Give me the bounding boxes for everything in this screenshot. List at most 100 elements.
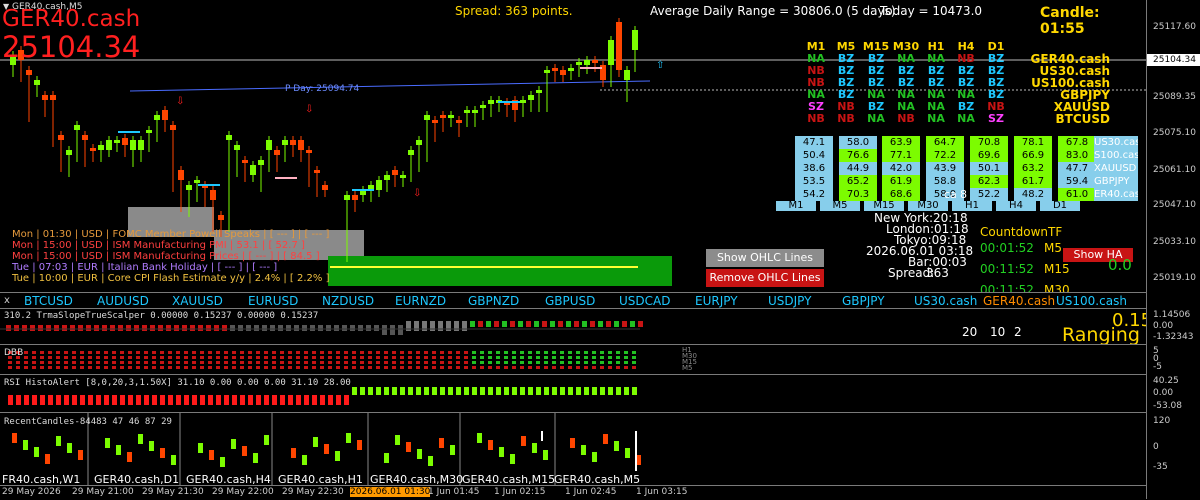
symbol-tab-usdjpy[interactable]: USDJPY [768, 294, 811, 308]
price-tick: 25047.10 [1153, 200, 1196, 210]
countdown-time: 00:11:52 [980, 262, 1034, 276]
dbb-dot [104, 351, 108, 354]
rsi-indicator-pane[interactable]: RSI HistoAlert [8,0,20,3,1.50X] 31.10 0.… [0, 374, 1146, 413]
rsi-hist-bar [632, 387, 637, 395]
symbol-bar: x BTCUSD AUDUSD XAUUSD EURUSD NZDUSD EURNZD GB… [0, 292, 1146, 309]
symbol-tab-gbpusd[interactable]: GBPUSD [545, 294, 595, 308]
recent-candles-axis: 120 0 -35 [1146, 412, 1200, 485]
time-label: 29 May 2026 [2, 487, 61, 497]
candle-body [154, 115, 160, 120]
dbb-dots [8, 351, 636, 369]
rc-candle [116, 445, 121, 455]
dbb-dot [328, 366, 332, 369]
dbb-dot [440, 351, 444, 354]
recent-candles-pane[interactable]: RecentCandles-84483 47 46 87 29 FR40.cas… [0, 412, 1146, 486]
dbb-indicator-pane[interactable]: DBB H1 M30 M15 M5 [0, 344, 1146, 375]
dbb-dot [552, 351, 556, 354]
price-tick: 25019.10 [1153, 273, 1196, 283]
time-axis: 29 May 2026 29 May 21:00 29 May 21:30 29 Ma… [0, 485, 1146, 500]
dbb-dot [312, 356, 316, 359]
rc-candle [357, 440, 362, 450]
dbb-dot [200, 366, 204, 369]
dbb-dot [552, 366, 556, 369]
symbol-tab-us100cash[interactable]: US100.cash [1056, 294, 1127, 308]
candle-body [472, 110, 478, 113]
dbb-dot [504, 361, 508, 364]
dbb-dot [224, 361, 228, 364]
time-label: 1 Jun 03:15 [636, 487, 688, 497]
tf-button-d1[interactable]: D1 [1040, 201, 1080, 211]
symbol-tab-eurusd[interactable]: EURUSD [248, 294, 298, 308]
price-tick: 25075.10 [1153, 128, 1196, 138]
symbol-tab-btcusd[interactable]: BTCUSD [24, 294, 73, 308]
dbb-dot [208, 366, 212, 369]
candle-body [170, 125, 176, 130]
rsi-hist-bar [32, 395, 37, 405]
symbol-tab-us30cash[interactable]: US30.cash [914, 294, 977, 308]
rc-candle [532, 443, 537, 453]
dbb-dot [56, 356, 60, 359]
symbol-tab-audusd[interactable]: AUDUSD [97, 294, 149, 308]
rsi-hist-bar [512, 387, 517, 395]
tf-button-m1[interactable]: M1 [776, 201, 816, 211]
tf-button-m5[interactable]: M5 [820, 201, 860, 211]
symbol-tab-usdcad[interactable]: USDCAD [619, 294, 670, 308]
tf-button-m15[interactable]: M15 [864, 201, 904, 211]
dbb-dot [328, 361, 332, 364]
dbb-dot [576, 361, 580, 364]
dbb-dot [488, 366, 492, 369]
trma-indicator-pane[interactable]: 310.2 TrmaSlopeTrueScalper 0.00000 0.152… [0, 308, 1152, 346]
dbb-dot [448, 351, 452, 354]
rc-candle [209, 450, 214, 460]
dbb-dot [48, 351, 52, 354]
dbb-dot [72, 356, 76, 359]
dbb-dot [88, 351, 92, 354]
trma-bar [30, 325, 35, 331]
dbb-dot [8, 361, 12, 364]
symbol-tab-gbpnzd[interactable]: GBPNZD [468, 294, 519, 308]
rsi-cell: 63.2 [1014, 162, 1052, 175]
signal-cell: NA [867, 112, 885, 125]
dbb-dot [568, 356, 572, 359]
symbol-tab-nzdusd[interactable]: NZDUSD [322, 294, 374, 308]
rsi-hist-bar [136, 395, 141, 405]
remove-ohlc-button[interactable]: Remove OHLC Lines [706, 269, 824, 287]
symbol-bar-close-icon[interactable]: x [4, 295, 10, 306]
dbb-dot [408, 366, 412, 369]
main-chart-pane[interactable]: ⇩ ⇩ ⇩ ⇧ GER40.cash,M5 ▼ GER40.cash 25104.34… [0, 0, 1146, 297]
dbb-dot [384, 366, 388, 369]
candle-body [242, 160, 248, 163]
symbol-tab-ger40cash[interactable]: GER40.cash [983, 294, 1055, 308]
dbb-dot [608, 366, 612, 369]
dbb-dot [528, 356, 532, 359]
candle-body [66, 150, 72, 155]
countdown-tf: M15 [1044, 262, 1070, 276]
symbol-tab-xauusd[interactable]: XAUUSD [172, 294, 223, 308]
rc-axis-mid: 0 [1153, 442, 1159, 452]
dbb-dot [24, 356, 28, 359]
trma-bar [182, 325, 187, 331]
rsi-hist-bar [392, 387, 397, 395]
candle-body [322, 185, 328, 190]
dbb-dot [440, 361, 444, 364]
tf-button-h4[interactable]: H4 [996, 201, 1036, 211]
tf-button-m30[interactable]: M30 [908, 201, 948, 211]
tf-button-h1[interactable]: H1 [952, 201, 992, 211]
dbb-dot [96, 366, 100, 369]
symbol-tab-eurjpy[interactable]: EURJPY [695, 294, 738, 308]
rsi-hist-bar [568, 387, 573, 395]
symbol-tab-eurnzd[interactable]: EURNZD [395, 294, 446, 308]
trma-bar [246, 325, 251, 331]
trma-bar [382, 325, 387, 335]
rsi-hist-bar [64, 395, 69, 405]
trma-bar [62, 325, 67, 331]
dbb-dot [224, 356, 228, 359]
dbb-dot [456, 351, 460, 354]
dbb-dot [32, 366, 36, 369]
show-ohlc-button[interactable]: Show OHLC Lines [706, 249, 824, 267]
dbb-dot [488, 351, 492, 354]
dbb-dot [248, 366, 252, 369]
time-label: 2026.06.01 01:30 [350, 487, 431, 497]
dbb-dot [240, 351, 244, 354]
symbol-tab-gbpjpy[interactable]: GBPJPY [842, 294, 885, 308]
